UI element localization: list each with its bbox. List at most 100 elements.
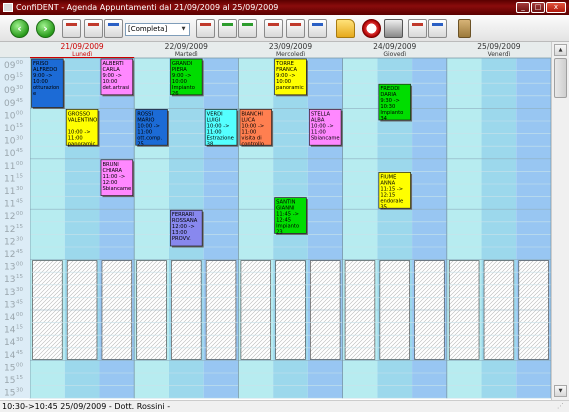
time-label-hour: 09 xyxy=(4,61,16,71)
delete-appointment-icon[interactable] xyxy=(264,19,283,38)
time-label-hour: 14 xyxy=(4,313,16,323)
week-view-icon[interactable] xyxy=(84,19,103,38)
time-label-hour: 11 xyxy=(4,187,15,197)
day-header-name: Lunedì xyxy=(72,51,92,58)
time-label-minutes: 45 xyxy=(16,299,23,305)
appointment[interactable]: FREDDIDARIA9:30 ->10:30Impianto34 xyxy=(378,83,413,122)
appointment[interactable]: FIUMEANNA11:15 ->12:15endorale35 xyxy=(378,172,413,210)
day-header-name: Martedì xyxy=(175,51,198,58)
time-label-minutes: 00 xyxy=(16,110,23,116)
status-bar: 10:30->10:45 25/09/2009 - Dott. Rossini … xyxy=(0,400,569,412)
time-label-minutes: 00 xyxy=(16,211,23,217)
appointment-line: panoramic xyxy=(68,141,96,147)
appointment-line: Sbiancame xyxy=(102,186,131,192)
appointment[interactable]: BRUNICHIARA11:00 ->12:00Sbiancame xyxy=(100,159,135,198)
time-label-minutes: 30 xyxy=(16,388,23,394)
appointment-line: Sbiancame xyxy=(311,135,340,141)
appointment[interactable]: STELLAALBA10:00 ->11:00Sbiancame xyxy=(309,109,343,147)
appointment-line: 23 xyxy=(276,230,283,236)
appointment[interactable]: TORREFRANCA9:00 ->10:00panoramic xyxy=(274,58,308,97)
time-label-hour: 13 xyxy=(4,300,15,310)
appointment-line: det.artrasi xyxy=(102,85,129,91)
day-header-date[interactable]: 24/09/2009 xyxy=(373,42,416,51)
resize-grip-icon[interactable]: ⋰ xyxy=(557,402,566,411)
day-header-date[interactable]: 23/09/2009 xyxy=(269,42,312,51)
day-header-date[interactable]: 22/09/2009 xyxy=(165,42,208,51)
appointment-line: 26 xyxy=(172,91,179,97)
appointment[interactable]: FRISOALFREDO9:00 ->10:00otturazione xyxy=(31,58,65,109)
appointment[interactable]: ROSSIMARIO10:00 ->11:00ott.comp.25 xyxy=(135,109,169,147)
time-label-minutes: 30 xyxy=(16,85,23,91)
time-label-minutes: 15 xyxy=(16,123,23,129)
time-label-minutes: 15 xyxy=(16,375,23,381)
time-label-minutes: 30 xyxy=(16,136,23,142)
scroll-up-icon[interactable]: ▲ xyxy=(554,44,567,56)
appointment[interactable]: ALBERTICARLA9:00 ->10:00det.artrasi xyxy=(100,58,135,97)
time-label-minutes: 30 xyxy=(16,337,23,343)
time-label-hour: 11 xyxy=(4,200,15,210)
time-label-hour: 11 xyxy=(4,174,15,184)
edit-appointment-icon[interactable] xyxy=(286,19,305,38)
time-label-minutes: 45 xyxy=(16,199,23,205)
chevron-down-icon: ▼ xyxy=(181,26,186,32)
back-arrow-icon[interactable]: ‹ xyxy=(10,19,29,38)
time-label-hour: 13 xyxy=(4,275,15,285)
time-label-hour: 10 xyxy=(4,111,16,121)
appointment[interactable]: SANTINGIANNI11:45 ->12:45Impianto23 xyxy=(274,197,308,236)
appointment[interactable]: BIANCHILUCA10:00 ->11:00visita dicontrol… xyxy=(239,109,274,147)
agenda-calendar: 21/09/2009 Lunedì 22/09/2009 Martedì 23/09/2… xyxy=(0,42,569,400)
day-header-date[interactable]: 25/09/2009 xyxy=(477,42,520,51)
appointment[interactable]: FERRARIROSSANA12:00 ->13:00PROVV. xyxy=(170,209,204,248)
copy-appointment-icon[interactable] xyxy=(238,19,257,38)
patient-card-icon[interactable] xyxy=(308,19,327,38)
day-header-date[interactable]: 21/09/2009 xyxy=(60,42,103,51)
scroll-down-icon[interactable]: ▼ xyxy=(554,385,567,397)
maximize-button[interactable]: □ xyxy=(531,2,545,13)
minimize-button[interactable]: _ xyxy=(516,2,530,13)
app-icon xyxy=(3,3,13,12)
forward-arrow-icon[interactable]: › xyxy=(36,19,55,38)
time-label-minutes: 15 xyxy=(16,224,23,230)
month-view-icon[interactable] xyxy=(104,19,123,38)
time-label-hour: 10 xyxy=(4,149,16,159)
time-label-hour: 15 xyxy=(4,376,15,386)
appointment-line: 38 xyxy=(207,141,214,147)
time-label-hour: 14 xyxy=(4,351,16,361)
time-label-hour: 09 xyxy=(4,99,16,109)
scrollbar-thumb[interactable] xyxy=(554,58,567,98)
clock-icon[interactable] xyxy=(362,19,381,38)
appointment-line: 34 xyxy=(380,116,387,122)
time-label-minutes: 30 xyxy=(16,287,23,293)
appointment[interactable]: GRANDIPIERA9:00 ->10:00Impianto26 xyxy=(170,58,204,97)
time-label-hour: 13 xyxy=(4,288,15,298)
appointment-line: panoramic xyxy=(276,85,304,91)
time-label-minutes: 00 xyxy=(16,312,23,318)
folder-icon[interactable] xyxy=(336,19,355,38)
day-view-icon[interactable] xyxy=(62,19,81,38)
exit-icon[interactable] xyxy=(458,19,471,38)
appointment-line: VALENTINO xyxy=(68,117,97,123)
time-label-minutes: 00 xyxy=(16,362,23,368)
time-label-hour: 12 xyxy=(4,237,15,247)
view-select[interactable]: [Completa] ▼ xyxy=(125,23,190,36)
time-label-minutes: 15 xyxy=(16,274,23,280)
new-appointment-icon[interactable] xyxy=(196,19,215,38)
appointment-line: otturazion xyxy=(33,85,59,91)
day-header-name: Giovedì xyxy=(383,51,406,58)
appointment-line: 25 xyxy=(137,141,144,147)
time-label-minutes: 00 xyxy=(16,262,23,268)
settings-icon[interactable] xyxy=(408,19,427,38)
time-label-hour: 14 xyxy=(4,326,16,336)
time-label-minutes: 00 xyxy=(16,161,23,167)
time-label-hour: 10 xyxy=(4,124,16,134)
time-label-hour: 12 xyxy=(4,250,15,260)
time-label-minutes: 45 xyxy=(16,249,23,255)
search-appointment-icon[interactable] xyxy=(218,19,237,38)
info-icon[interactable] xyxy=(428,19,447,38)
appointment[interactable]: GROSSOVALENTINO10:00 ->11:00panoramic xyxy=(65,109,100,147)
close-button[interactable]: x xyxy=(546,2,566,13)
vertical-scrollbar[interactable]: ▲ ▼ xyxy=(551,42,569,400)
appointment[interactable]: VERDILUIGI10:00 ->11:00Estrazione38 xyxy=(204,109,239,147)
time-label-hour: 09 xyxy=(4,86,16,96)
printer-icon[interactable] xyxy=(384,19,403,38)
